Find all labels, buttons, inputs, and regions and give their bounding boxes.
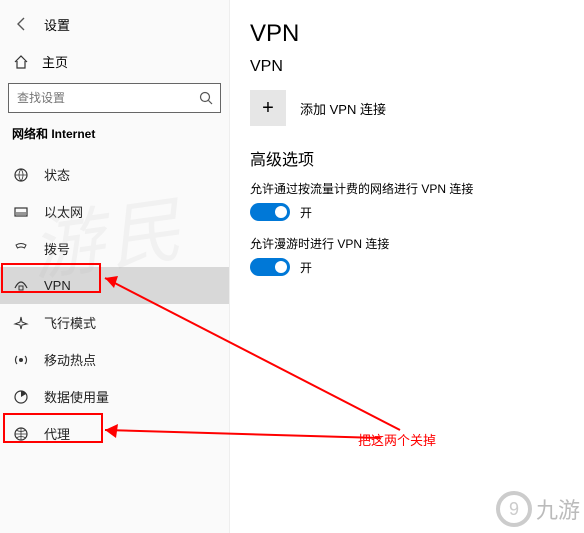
sidebar-item-label: 拨号 (44, 239, 70, 258)
toggle-state: 开 (300, 259, 312, 276)
sidebar-item-vpn[interactable]: VPN (0, 267, 229, 304)
sidebar-item-label: 数据使用量 (44, 387, 109, 406)
sidebar-item-airplane[interactable]: 飞行模式 (0, 304, 229, 341)
brand-logo-icon: 9 (496, 491, 532, 527)
sidebar-item-label: 代理 (44, 424, 70, 443)
brand-label: 九游 (536, 493, 580, 525)
search-box[interactable] (8, 83, 221, 113)
sidebar-item-label: 状态 (44, 165, 70, 184)
sub-title: VPN (250, 58, 564, 76)
add-vpn-button[interactable]: + 添加 VPN 连接 (250, 90, 564, 126)
sidebar-item-data-usage[interactable]: 数据使用量 (0, 378, 229, 415)
add-vpn-label: 添加 VPN 连接 (300, 99, 386, 118)
home-row[interactable]: 主页 (0, 44, 229, 83)
sidebar: 设置 主页 网络和 Internet 状态 (0, 0, 230, 533)
settings-label: 设置 (44, 15, 70, 34)
back-arrow-icon[interactable] (12, 14, 32, 34)
sidebar-item-label: 飞行模式 (44, 313, 96, 332)
option-label: 允许漫游时进行 VPN 连接 (250, 235, 564, 252)
search-input[interactable] (9, 91, 192, 105)
home-label: 主页 (42, 52, 68, 71)
section-title: 网络和 Internet (0, 125, 229, 148)
sidebar-item-label: VPN (44, 278, 71, 293)
option-roaming: 允许漫游时进行 VPN 连接 开 (250, 235, 564, 276)
option-metered: 允许通过按流量计费的网络进行 VPN 连接 开 (250, 180, 564, 221)
annotation-text: 把这两个关掉 (358, 430, 436, 449)
toggle-roaming[interactable] (250, 258, 290, 276)
status-icon (12, 166, 30, 184)
ethernet-icon (12, 203, 30, 221)
advanced-options-title: 高级选项 (250, 146, 564, 170)
toggle-metered[interactable] (250, 203, 290, 221)
sidebar-item-status[interactable]: 状态 (0, 156, 229, 193)
hotspot-icon (12, 351, 30, 369)
sidebar-item-proxy[interactable]: 代理 (0, 415, 229, 452)
sidebar-item-label: 以太网 (44, 202, 83, 221)
nav-list: 状态 以太网 拨号 VPN (0, 156, 229, 452)
page-title: VPN (250, 20, 564, 48)
sidebar-item-hotspot[interactable]: 移动热点 (0, 341, 229, 378)
brand-watermark: 9 九游 (496, 491, 580, 527)
option-label: 允许通过按流量计费的网络进行 VPN 连接 (250, 180, 564, 197)
sidebar-item-dialup[interactable]: 拨号 (0, 230, 229, 267)
search-icon (192, 91, 220, 105)
sidebar-item-label: 移动热点 (44, 350, 96, 369)
data-usage-icon (12, 388, 30, 406)
settings-header: 设置 (0, 10, 229, 44)
proxy-icon (12, 425, 30, 443)
sidebar-item-ethernet[interactable]: 以太网 (0, 193, 229, 230)
vpn-icon (12, 277, 30, 295)
airplane-icon (12, 314, 30, 332)
home-icon (12, 53, 30, 71)
plus-icon: + (250, 90, 286, 126)
content-area: VPN VPN + 添加 VPN 连接 高级选项 允许通过按流量计费的网络进行 … (230, 0, 584, 533)
dialup-icon (12, 240, 30, 258)
toggle-state: 开 (300, 204, 312, 221)
